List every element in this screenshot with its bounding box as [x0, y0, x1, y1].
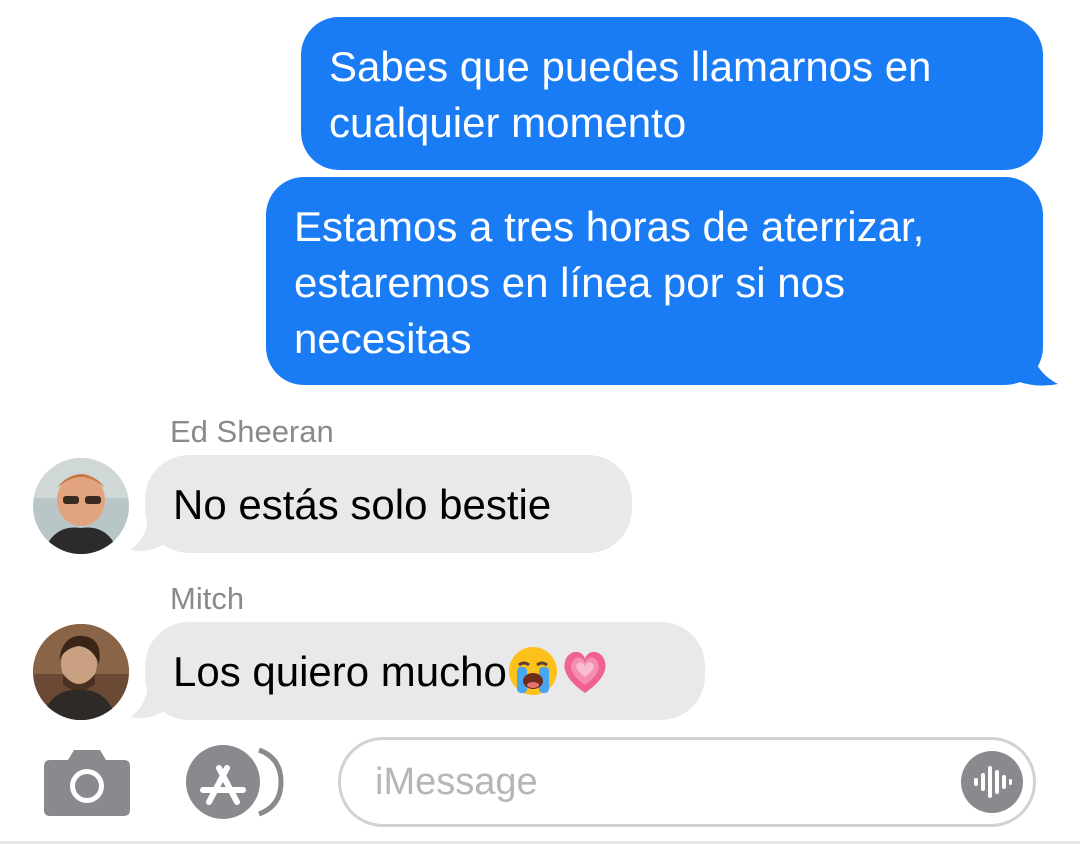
- message-line: necesitas: [294, 315, 472, 362]
- sender-name: Mitch: [170, 581, 245, 616]
- audio-message-button[interactable]: [961, 751, 1023, 813]
- input-placeholder: iMessage: [375, 761, 538, 803]
- message-line: estaremos en línea por si nos: [294, 259, 845, 306]
- imessage-conversation: Sabes que puedes llamarnos en cualquier …: [0, 0, 1080, 844]
- outgoing-message-bubble[interactable]: Sabes que puedes llamarnos en cualquier …: [301, 17, 1043, 170]
- incoming-message-bubble[interactable]: Los quiero mucho: [145, 622, 705, 720]
- avatar[interactable]: [33, 458, 129, 554]
- app-store-button[interactable]: [185, 744, 285, 820]
- sender-name: Ed Sheeran: [170, 414, 334, 449]
- incoming-bubble-tail: [130, 518, 168, 551]
- camera-icon: [44, 750, 130, 816]
- incoming-message-bubble[interactable]: No estás solo bestie: [145, 455, 632, 553]
- growing-heart-icon: [564, 651, 606, 693]
- camera-button[interactable]: [44, 748, 130, 816]
- message-line: Sabes que puedes llamarnos en: [329, 43, 932, 90]
- avatar-photo: [33, 458, 129, 554]
- avatar-photo: [33, 624, 129, 720]
- message-text: No estás solo bestie: [173, 481, 552, 528]
- message-line: cualquier momento: [329, 99, 687, 146]
- message-text: Los quiero mucho: [173, 648, 507, 695]
- incoming-bubble-tail: [130, 685, 168, 718]
- avatar[interactable]: [33, 624, 129, 720]
- message-line: Estamos a tres horas de aterrizar,: [294, 203, 925, 250]
- app-store-icon: [186, 745, 284, 819]
- imessage-input[interactable]: iMessage: [338, 737, 1036, 827]
- audio-waveform-icon: [974, 766, 1012, 798]
- outgoing-message-bubble[interactable]: Estamos a tres horas de aterrizar, estar…: [266, 177, 1043, 385]
- loudly-crying-face-icon: [508, 646, 557, 695]
- outgoing-bubble-tail: [1000, 344, 1058, 386]
